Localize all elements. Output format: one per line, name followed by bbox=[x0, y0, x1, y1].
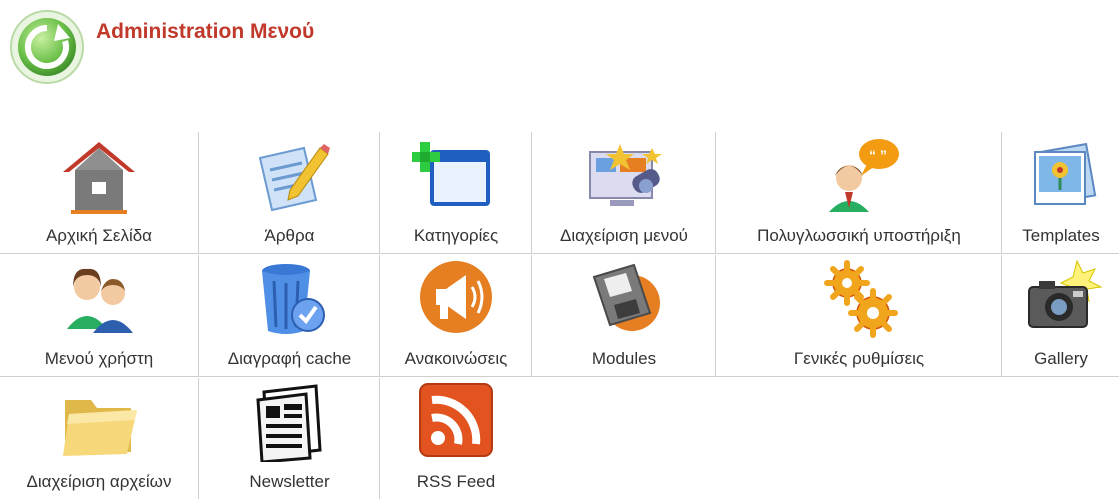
svg-text:“ ”: “ ” bbox=[869, 147, 887, 163]
menu-label: RSS Feed bbox=[416, 472, 496, 491]
menu-label: Modules bbox=[591, 349, 657, 368]
menu-item-general-settings[interactable]: Γενικές ρυθμίσεις bbox=[715, 255, 1002, 377]
multilingual-icon: “ ” bbox=[829, 139, 899, 212]
new-window-icon bbox=[412, 142, 490, 206]
admin-menu-grid: Αρχική Σελίδα Άρθρα Κατηγορίες Διαχείρισ… bbox=[0, 132, 1119, 499]
templates-icon bbox=[1034, 142, 1097, 206]
users-icon bbox=[67, 268, 133, 333]
menu-label: Αρχική Σελίδα bbox=[45, 226, 153, 245]
menu-item-file-manager[interactable]: Διαχείριση αρχείων bbox=[0, 378, 198, 499]
folder-icon bbox=[63, 400, 137, 456]
article-edit-icon bbox=[258, 144, 330, 212]
rss-icon bbox=[419, 383, 493, 457]
menu-label: Templates bbox=[1022, 226, 1100, 245]
recycle-bin-icon bbox=[261, 264, 325, 334]
menu-label: Διαγραφή cache bbox=[227, 349, 352, 368]
menu-label: Ανακοινώσεις bbox=[404, 349, 508, 368]
refresh-icon bbox=[10, 10, 84, 84]
menu-label: Διαχείριση αρχείων bbox=[26, 472, 172, 491]
home-icon bbox=[63, 142, 135, 214]
menu-label: Κατηγορίες bbox=[413, 226, 499, 245]
menu-label: Γενικές ρυθμίσεις bbox=[793, 349, 925, 368]
menu-item-categories[interactable]: Κατηγορίες bbox=[379, 132, 532, 254]
menu-item-menu-manager[interactable]: Διαχείριση μενού bbox=[531, 132, 716, 254]
page-header: Administration Μενού bbox=[8, 8, 608, 92]
menu-item-multilingual[interactable]: “ ” Πολυγλωσσική υποστήριξη bbox=[715, 132, 1002, 254]
menu-item-clear-cache[interactable]: Διαγραφή cache bbox=[198, 255, 380, 377]
floppy-disk-icon bbox=[592, 263, 660, 331]
menu-item-gallery[interactable]: Gallery bbox=[1001, 255, 1119, 377]
menu-label: Newsletter bbox=[249, 472, 330, 491]
menu-item-announcements[interactable]: Ανακοινώσεις bbox=[379, 255, 532, 377]
menu-item-articles[interactable]: Άρθρα bbox=[198, 132, 380, 254]
menu-label: Gallery bbox=[1034, 349, 1088, 368]
menu-row-3: Διαχείριση αρχείων Newsletter RSS Feed bbox=[0, 378, 1119, 499]
menu-row-2: Μενού χρήστη Διαγραφή cache Ανακοινώσεις… bbox=[0, 255, 1119, 377]
menu-item-user-menu[interactable]: Μενού χρήστη bbox=[0, 255, 198, 377]
menu-row-1: Αρχική Σελίδα Άρθρα Κατηγορίες Διαχείρισ… bbox=[0, 132, 1119, 254]
menu-label: Μενού χρήστη bbox=[44, 349, 154, 368]
menu-item-templates[interactable]: Templates bbox=[1001, 132, 1119, 254]
menu-item-home[interactable]: Αρχική Σελίδα bbox=[0, 132, 198, 254]
gears-icon bbox=[824, 260, 898, 338]
menu-item-newsletter[interactable]: Newsletter bbox=[198, 378, 380, 499]
menu-label: Άρθρα bbox=[264, 226, 315, 245]
newspaper-icon bbox=[255, 384, 322, 462]
camera-icon bbox=[1028, 259, 1103, 328]
menu-item-modules[interactable]: Modules bbox=[531, 255, 716, 377]
menu-label: Πολυγλωσσική υποστήριξη bbox=[757, 226, 961, 245]
menu-manager-icon bbox=[589, 144, 662, 206]
menu-label: Διαχείριση μενού bbox=[560, 226, 688, 245]
menu-item-rss-feed[interactable]: RSS Feed bbox=[379, 378, 532, 499]
page-title: Administration Μενού bbox=[96, 20, 315, 43]
megaphone-icon bbox=[420, 261, 492, 333]
